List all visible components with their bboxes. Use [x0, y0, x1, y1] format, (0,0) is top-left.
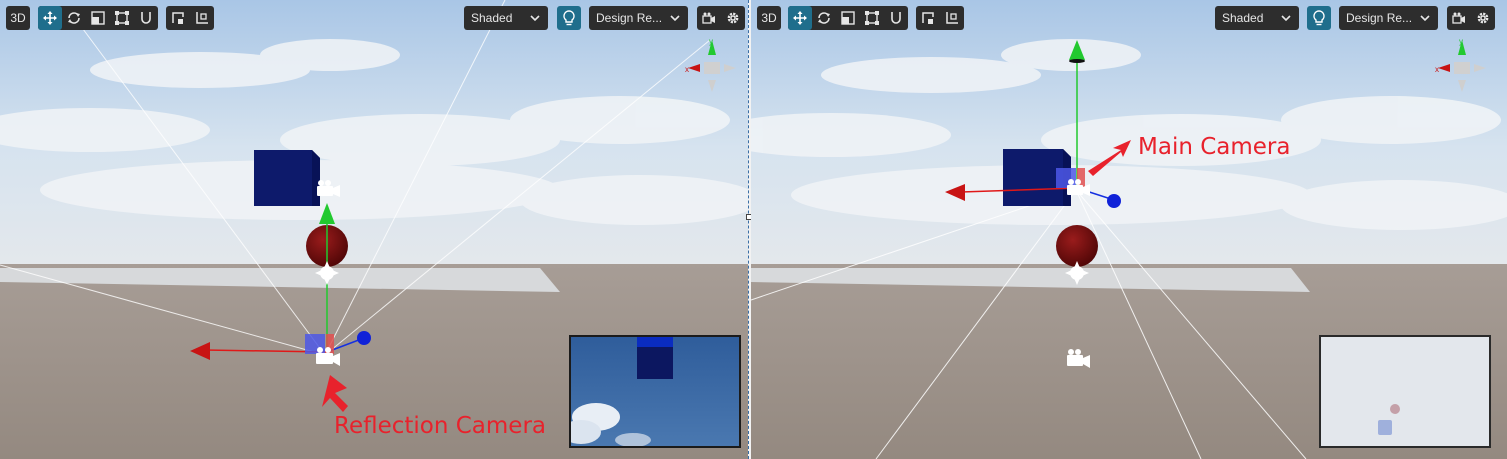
viewport-settings-button[interactable] — [721, 6, 745, 30]
toggle-3d-label: 3D — [10, 11, 26, 25]
chevron-down-icon — [1281, 6, 1291, 30]
light-icon — [1313, 10, 1325, 26]
svg-text:y: y — [1459, 37, 1463, 46]
pivot-center-button[interactable] — [940, 6, 964, 30]
local-icon — [172, 12, 184, 24]
rotate-tool-button[interactable] — [62, 6, 86, 30]
chevron-down-icon — [530, 6, 540, 30]
move-tool-button[interactable] — [38, 6, 62, 30]
preview-image — [1321, 337, 1489, 446]
gear-icon — [727, 12, 739, 24]
rotate-tool-button[interactable] — [812, 6, 836, 30]
scene-lighting-button[interactable] — [1307, 6, 1331, 30]
camera-preview-left — [569, 335, 741, 448]
chevron-down-icon — [670, 6, 680, 30]
cube[interactable] — [254, 150, 320, 206]
render-pipeline-value: Design Re... — [1346, 11, 1413, 25]
snap-icon — [141, 12, 151, 24]
toggle-3d-button[interactable]: 3D — [757, 6, 781, 30]
render-pipeline-dropdown[interactable]: Design Re... — [589, 6, 688, 30]
rect-tool-button[interactable] — [860, 6, 884, 30]
transform-tool-group — [38, 6, 158, 30]
reflection-camera-label: Reflection Camera — [334, 413, 547, 439]
sphere[interactable] — [1056, 225, 1098, 267]
pivot-center-button[interactable] — [190, 6, 214, 30]
scale-tool-button[interactable] — [86, 6, 110, 30]
pivot-tool-group — [166, 6, 214, 30]
svg-text:x: x — [1435, 65, 1439, 74]
transform-tool-group — [788, 6, 908, 30]
rotate-icon — [818, 12, 830, 24]
scene-lighting-button[interactable] — [557, 6, 581, 30]
rect-icon — [115, 11, 129, 25]
svg-text:y: y — [709, 37, 713, 46]
move-icon — [43, 11, 57, 25]
local-global-button[interactable] — [166, 6, 190, 30]
scene-camera-button[interactable] — [697, 6, 721, 30]
camera-icon — [1452, 12, 1465, 24]
rect-icon — [865, 11, 879, 25]
shading-value: Shaded — [471, 11, 513, 25]
gear-icon — [1477, 12, 1489, 24]
scale-icon — [841, 11, 855, 25]
move-tool-button[interactable] — [788, 6, 812, 30]
snap-icon — [891, 12, 901, 24]
scene-viewport-left[interactable]: x y 3D Shaded Design Re... Reflection Ca… — [0, 0, 748, 459]
light-icon — [563, 10, 575, 26]
toggle-3d-button[interactable]: 3D — [6, 6, 30, 30]
pivot-icon — [946, 12, 958, 24]
shading-value: Shaded — [1222, 11, 1264, 25]
camera-settings-group — [697, 6, 745, 30]
local-global-button[interactable] — [916, 6, 940, 30]
render-pipeline-value: Design Re... — [596, 11, 663, 25]
preview-image — [571, 337, 739, 446]
snap-tool-button[interactable] — [134, 6, 158, 30]
local-icon — [922, 12, 934, 24]
scale-tool-button[interactable] — [836, 6, 860, 30]
scale-icon — [91, 11, 105, 25]
snap-tool-button[interactable] — [884, 6, 908, 30]
main-camera-label: Main Camera — [1138, 134, 1291, 160]
move-icon — [793, 11, 807, 25]
camera-icon — [702, 12, 715, 24]
viewport-settings-button[interactable] — [1471, 6, 1495, 30]
camera-settings-group — [1447, 6, 1495, 30]
rect-tool-button[interactable] — [110, 6, 134, 30]
chevron-down-icon — [1420, 6, 1430, 30]
toggle-3d-label: 3D — [761, 11, 777, 25]
scene-viewport-right[interactable]: x y 3D Shaded Design Re... Main Camera — [751, 0, 1507, 459]
render-pipeline-dropdown[interactable]: Design Re... — [1339, 6, 1438, 30]
shading-dropdown[interactable]: Shaded — [1215, 6, 1299, 30]
pivot-tool-group — [916, 6, 964, 30]
scene-camera-button[interactable] — [1447, 6, 1471, 30]
svg-text:x: x — [685, 65, 689, 74]
rotate-icon — [68, 12, 80, 24]
pivot-icon — [196, 12, 208, 24]
shading-dropdown[interactable]: Shaded — [464, 6, 548, 30]
camera-preview-right — [1319, 335, 1491, 448]
